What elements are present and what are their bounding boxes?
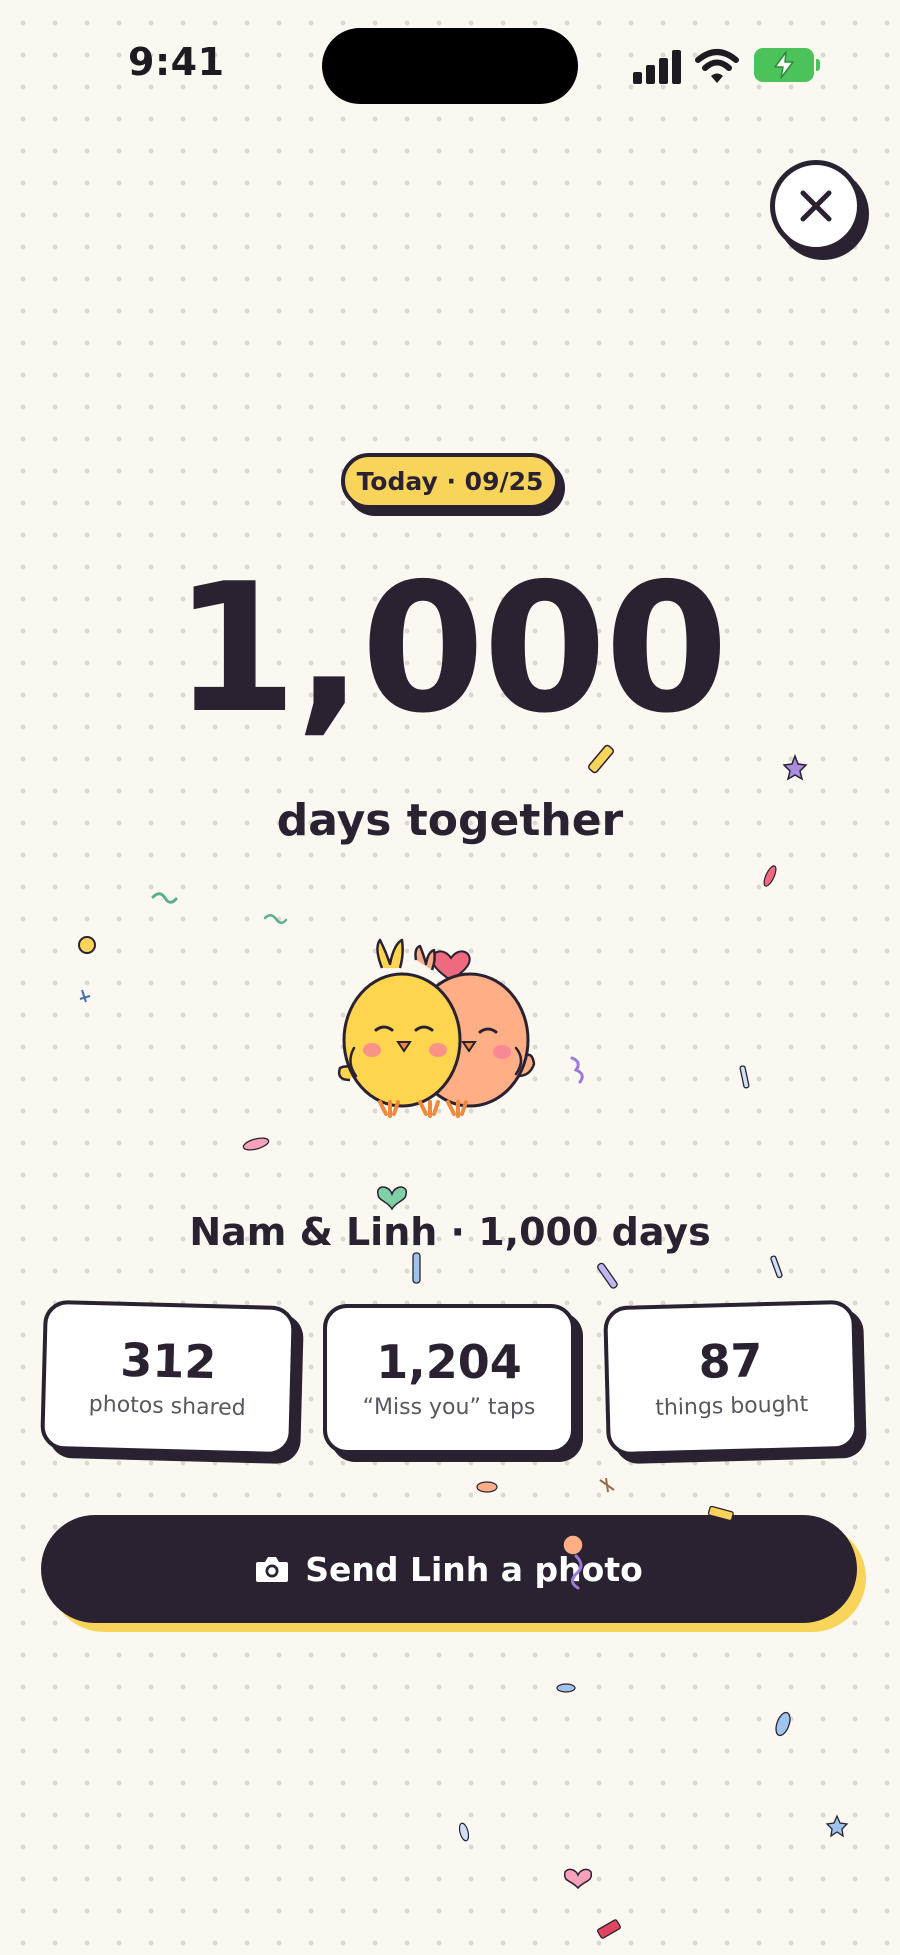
chick-couple-illustration	[337, 938, 536, 1118]
milestone-count: 1,000	[173, 545, 728, 752]
date-badge: Today · 09/25	[341, 453, 559, 509]
stat-value: 312	[119, 1333, 218, 1390]
stat-value: 87	[697, 1333, 764, 1390]
wifi-icon	[694, 46, 740, 84]
stat-label: things bought	[654, 1391, 809, 1421]
stat-card-miss-you: 1,204 “Miss you” taps	[323, 1304, 575, 1454]
stat-value: 1,204	[376, 1335, 522, 1390]
cellular-signal-icon	[633, 50, 681, 84]
milestone-subtitle: days together	[276, 795, 624, 846]
couple-summary: Nam & Linh · 1,000 days	[189, 1210, 711, 1254]
status-time: 9:41	[128, 40, 225, 84]
send-photo-button[interactable]: Send Linh a photo	[41, 1515, 857, 1623]
stat-label: “Miss you” taps	[362, 1394, 536, 1420]
stat-card-photos: 312 photos shared	[40, 1299, 296, 1457]
battery-charging-icon	[754, 48, 820, 82]
dynamic-island	[322, 28, 578, 104]
send-button-label: Send Linh a photo	[305, 1549, 643, 1589]
close-icon	[800, 190, 832, 222]
stat-label: photos shared	[88, 1391, 246, 1421]
stat-card-bought: 87 things bought	[603, 1299, 859, 1457]
camera-icon	[256, 1557, 289, 1582]
close-button[interactable]	[770, 160, 862, 252]
